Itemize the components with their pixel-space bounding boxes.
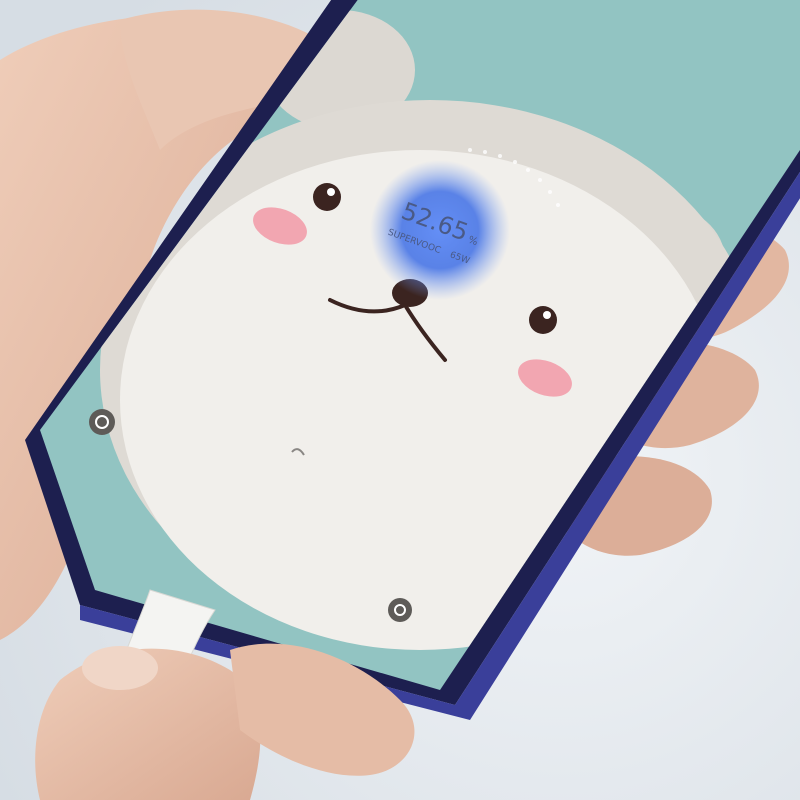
camera-shortcut-icon[interactable] <box>388 598 412 622</box>
thumbnail <box>82 646 158 690</box>
bear-eye-right <box>529 306 557 334</box>
photo-illustration: 52.65 % SUPERVOOC 65W <box>0 0 800 800</box>
bear-eye-left <box>313 183 341 211</box>
photo-scene: 52.65 % SUPERVOOC 65W <box>0 0 800 800</box>
eye-highlight-left <box>327 188 335 196</box>
camera-shortcut-icon[interactable] <box>89 409 115 435</box>
eye-highlight-right <box>543 311 551 319</box>
